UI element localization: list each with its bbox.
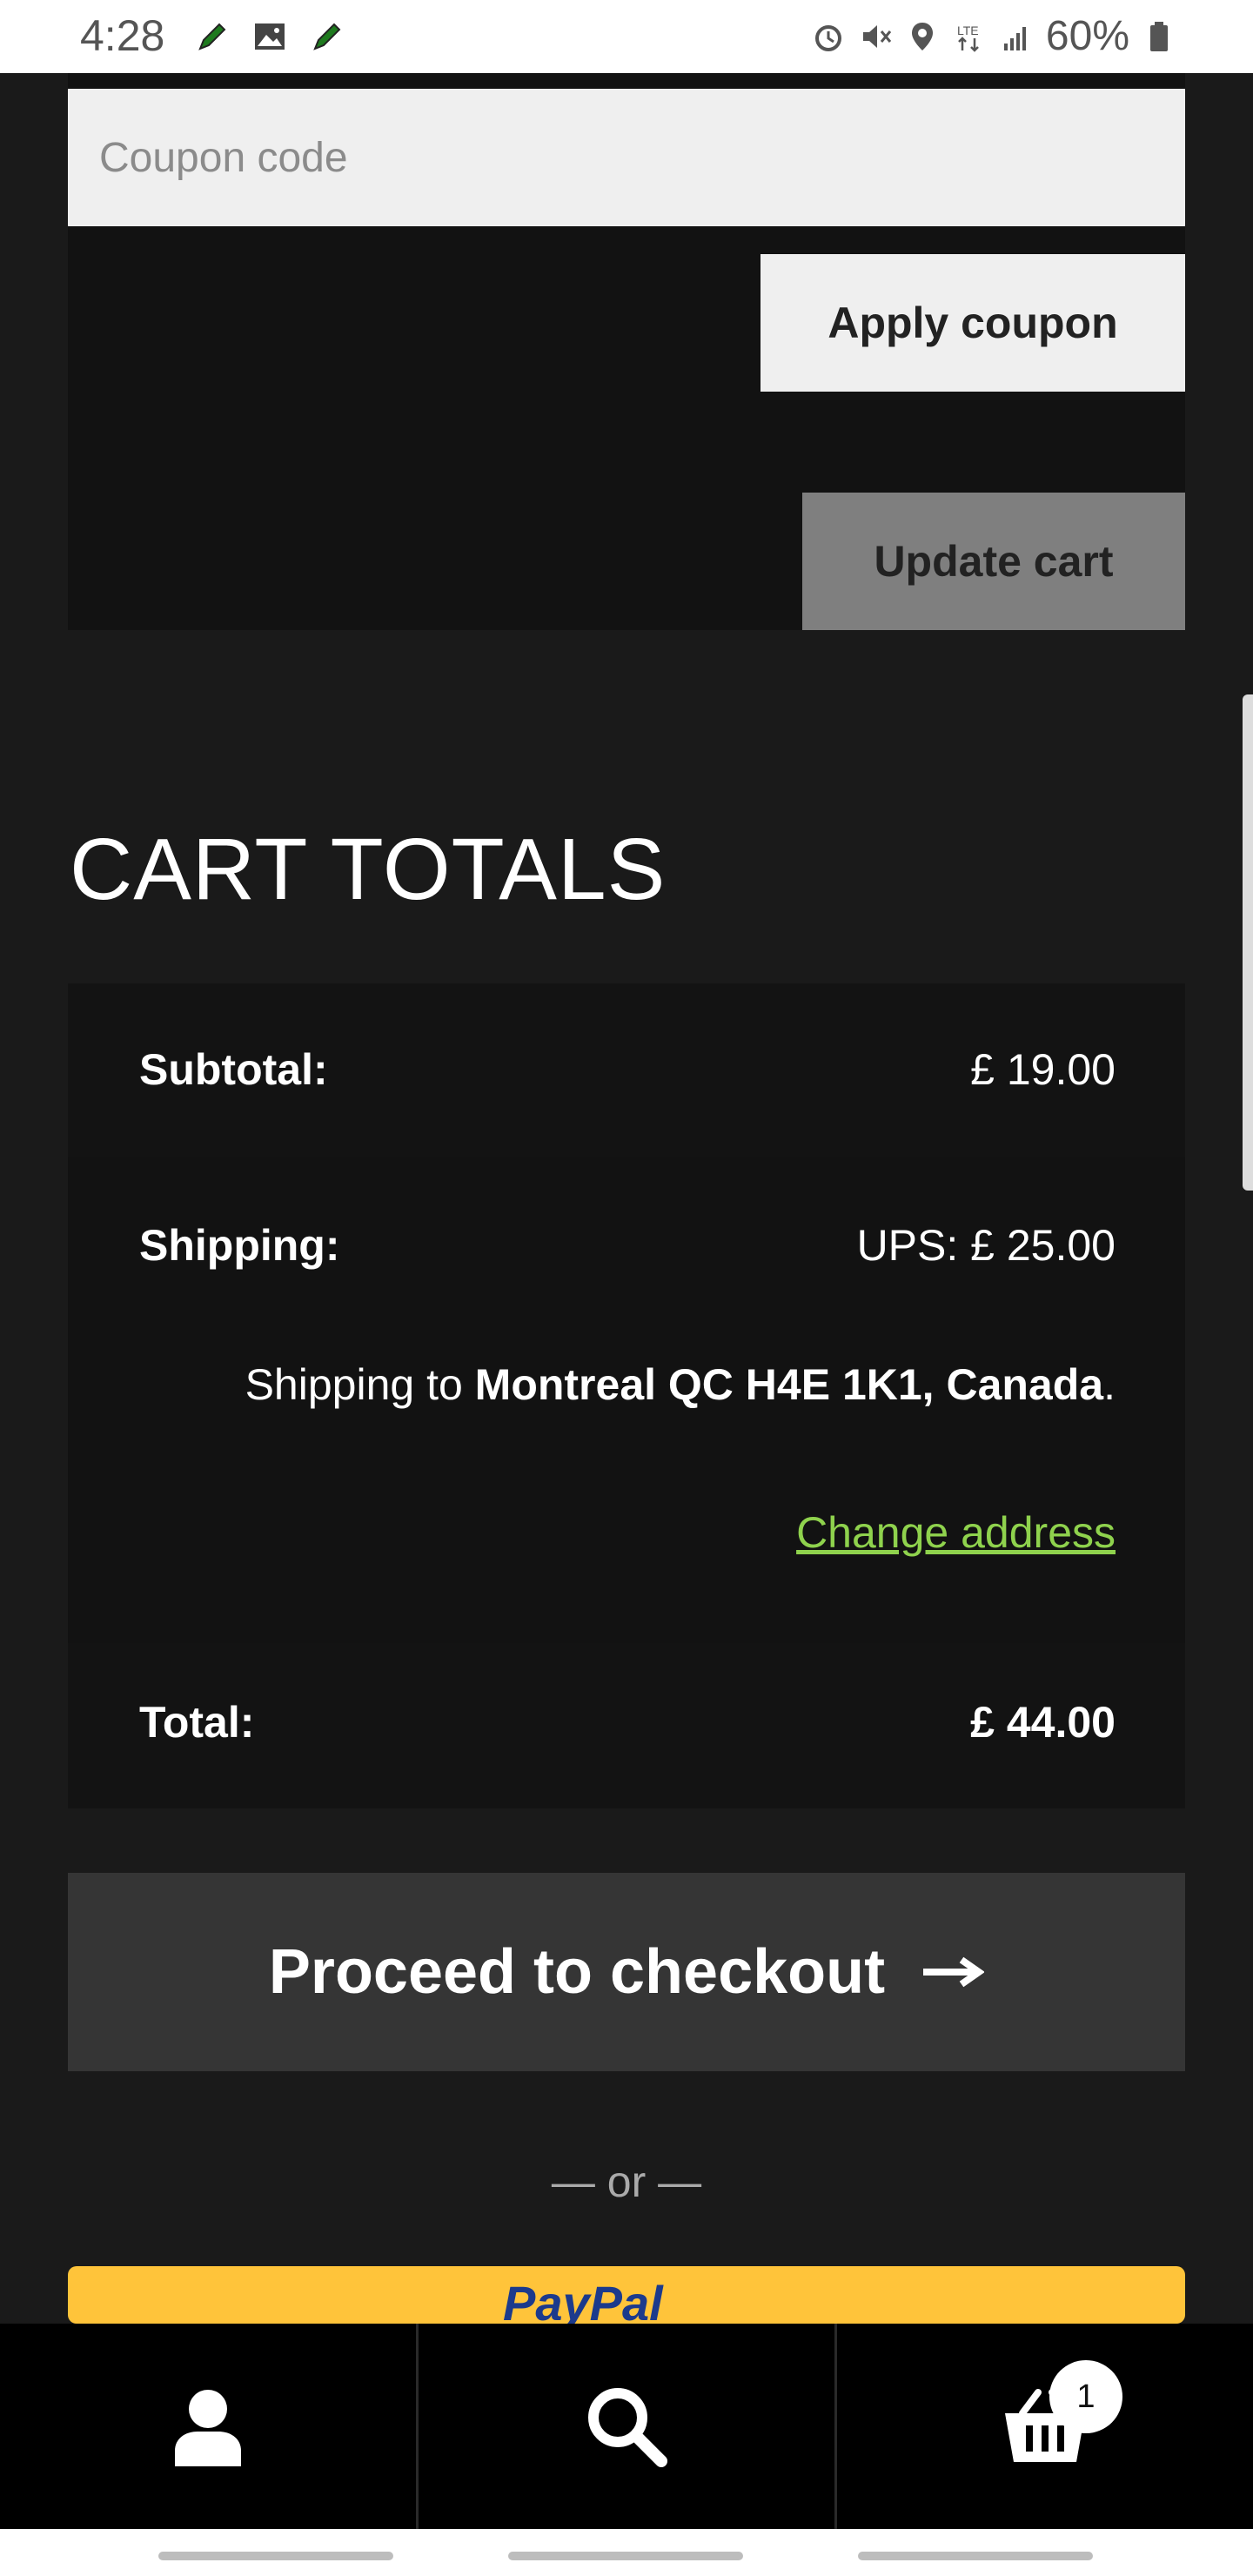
- shipping-address: Montreal QC H4E 1K1, Canada: [474, 1360, 1104, 1409]
- cart-totals-heading: CART TOTALS: [70, 821, 667, 918]
- mute-icon: [862, 24, 892, 48]
- signal-icon: [1003, 26, 1026, 50]
- or-divider: — or —: [551, 2157, 702, 2206]
- nav-cart[interactable]: [834, 2324, 1253, 2529]
- alarm-icon: [814, 24, 841, 51]
- subtotal-label: Subtotal:: [139, 1045, 328, 1094]
- lte-icon: LTE: [957, 23, 979, 52]
- cart-totals-table: Subtotal: £ 19.00 Shipping: UPS: £ 25.00…: [68, 983, 1185, 1808]
- cart-count-badge: 1: [1049, 2360, 1122, 2433]
- status-time: 4:28: [80, 11, 165, 60]
- battery-icon: [1150, 21, 1168, 51]
- shipping-destination: Shipping to Montreal QC H4E 1K1, Canada.: [245, 1359, 1116, 1410]
- location-icon: [911, 22, 933, 50]
- subtotal-row: Subtotal: £ 19.00: [68, 983, 1185, 1157]
- paypal-label: PayPal: [503, 2276, 663, 2324]
- proceed-to-checkout-button[interactable]: Proceed to checkout: [68, 1873, 1185, 2071]
- search-icon: [588, 2388, 667, 2467]
- home-pill[interactable]: [508, 2552, 743, 2560]
- pencil-icon: [313, 23, 341, 50]
- scrollbar[interactable]: [1243, 694, 1253, 1191]
- subtotal-value: £ 19.00: [970, 1045, 1116, 1094]
- total-value: £ 44.00: [970, 1698, 1116, 1747]
- total-row: Total: £ 44.00: [68, 1643, 1185, 1808]
- nav-search[interactable]: [416, 2324, 834, 2529]
- shipping-to-prefix: Shipping to: [245, 1360, 475, 1409]
- pencil-icon: [198, 23, 226, 50]
- shipping-to-suffix: .: [1103, 1360, 1116, 1409]
- back-pill[interactable]: [858, 2552, 1093, 2560]
- battery-percent: 60%: [1045, 13, 1129, 59]
- checkout-label: Proceed to checkout: [268, 1937, 886, 2007]
- update-cart-button[interactable]: Update cart: [802, 493, 1185, 630]
- gesture-bar: [0, 2529, 1253, 2576]
- shipping-value: UPS: £ 25.00: [856, 1221, 1116, 1270]
- image-icon: [255, 23, 285, 50]
- change-address-link[interactable]: Change address: [796, 1507, 1116, 1558]
- recent-apps-pill[interactable]: [158, 2552, 393, 2560]
- status-bar: 4:28 LTE 60%: [0, 0, 1253, 73]
- account-icon: [175, 2390, 241, 2466]
- status-right: LTE 60%: [811, 12, 1176, 60]
- notification-icons: [195, 19, 345, 54]
- total-label: Total:: [139, 1698, 255, 1747]
- shipping-label: Shipping:: [139, 1221, 340, 1270]
- paypal-button[interactable]: PayPal: [68, 2266, 1185, 2324]
- coupon-panel: Apply coupon Update cart: [68, 73, 1185, 630]
- coupon-code-input[interactable]: [68, 89, 1185, 226]
- apply-coupon-button[interactable]: Apply coupon: [761, 254, 1185, 392]
- arrow-right-icon: [923, 1956, 985, 1988]
- svg-text:LTE: LTE: [957, 23, 979, 37]
- nav-account[interactable]: [0, 2324, 416, 2529]
